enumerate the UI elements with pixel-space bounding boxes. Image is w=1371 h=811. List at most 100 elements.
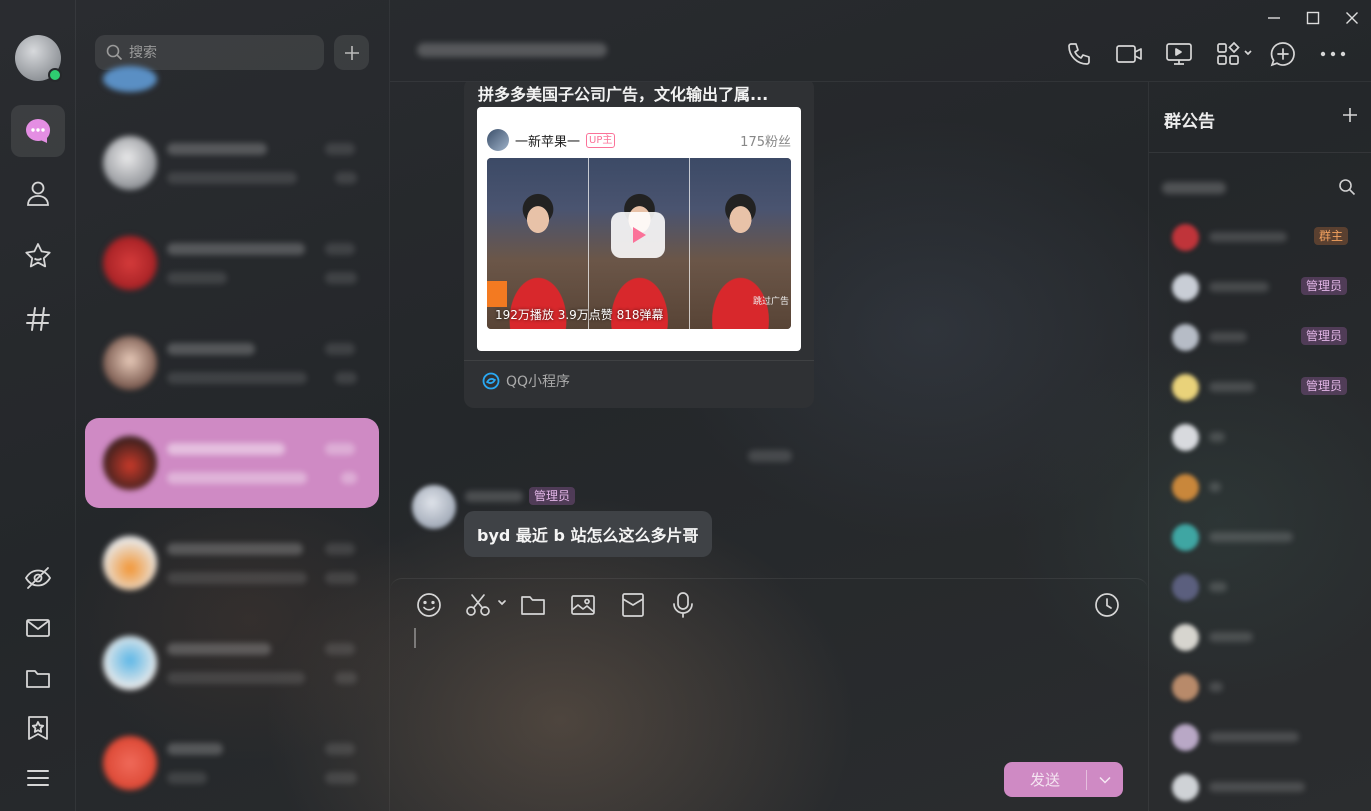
voice-button[interactable] xyxy=(667,589,699,621)
conversation-item[interactable] xyxy=(85,618,379,708)
member-name xyxy=(1209,582,1227,592)
member-row[interactable] xyxy=(1149,462,1371,512)
nav-favorites[interactable] xyxy=(11,230,65,282)
conversation-time xyxy=(325,143,355,155)
card-preview: 一新苹果一 UP主 175粉丝 跳过广告 192万播放 3.9万点赞 818弹幕 xyxy=(477,107,801,351)
close-window-button[interactable] xyxy=(1341,8,1363,28)
nav-channels[interactable] xyxy=(11,293,65,345)
screenshot-button[interactable] xyxy=(463,589,509,621)
card-title: 拼多多美国子公司广告，文化输出了属... xyxy=(478,85,769,104)
member-avatar xyxy=(1172,474,1199,501)
chat-header xyxy=(390,0,1371,82)
member-name xyxy=(1209,632,1253,642)
nav-files[interactable] xyxy=(11,652,65,704)
card-footer: QQ小程序 xyxy=(464,360,814,400)
member-avatar xyxy=(1172,574,1199,601)
unread-badge xyxy=(335,372,357,384)
conversation-item[interactable] xyxy=(85,118,379,208)
send-options-button[interactable] xyxy=(1087,762,1123,797)
screen-share-button[interactable] xyxy=(1163,38,1195,70)
play-icon[interactable] xyxy=(611,212,665,258)
temu-logo-icon xyxy=(487,281,507,307)
member-avatar xyxy=(1172,224,1199,251)
unread-badge xyxy=(341,472,357,484)
conversation-preview xyxy=(167,472,307,484)
member-row[interactable] xyxy=(1149,762,1371,811)
announcement-title: 群公告 xyxy=(1164,112,1215,132)
conversation-avatar xyxy=(103,236,157,290)
message-bubble[interactable]: byd 最近 b 站怎么这么多片哥 xyxy=(464,511,712,557)
conversation-item[interactable] xyxy=(85,218,379,308)
nav-collection[interactable] xyxy=(11,702,65,754)
member-row[interactable] xyxy=(1149,712,1371,762)
member-avatar xyxy=(1172,324,1199,351)
send-button[interactable]: 发送 xyxy=(1004,762,1123,797)
unread-badge xyxy=(325,272,357,284)
member-name xyxy=(1209,432,1225,442)
member-row[interactable]: 管理员 xyxy=(1149,262,1371,312)
conversation-avatar xyxy=(103,536,157,590)
conversation-avatar xyxy=(103,436,157,490)
member-name xyxy=(1209,732,1299,742)
user-avatar[interactable] xyxy=(15,35,62,82)
video-call-button[interactable] xyxy=(1113,38,1145,70)
more-button[interactable] xyxy=(1317,38,1349,70)
member-role-badge: 管理员 xyxy=(1301,277,1348,295)
member-row[interactable] xyxy=(1149,612,1371,662)
conversation-time xyxy=(325,543,355,555)
member-avatar xyxy=(1172,674,1199,701)
hamburger-icon xyxy=(24,764,52,792)
nav-contacts[interactable] xyxy=(11,167,65,219)
conversation-item[interactable] xyxy=(85,718,379,808)
member-avatar xyxy=(1172,274,1199,301)
mail-icon xyxy=(24,614,52,642)
red-packet-button[interactable] xyxy=(617,589,649,621)
time-divider xyxy=(748,450,792,462)
uploader-tag: UP主 xyxy=(586,132,616,148)
conversation-title xyxy=(167,343,255,355)
mini-program-card[interactable]: 拼多多美国子公司广告，文化输出了属... 一新苹果一 UP主 175粉丝 跳过广… xyxy=(464,82,814,408)
voice-call-button[interactable] xyxy=(1063,38,1095,70)
video-stats: 192万播放 3.9万点赞 818弹幕 xyxy=(495,308,664,322)
composer: 发送 xyxy=(390,578,1148,811)
member-search-button[interactable] xyxy=(1338,178,1358,198)
nav-menu[interactable] xyxy=(11,752,65,804)
apps-button[interactable] xyxy=(1213,38,1257,70)
folder-icon xyxy=(520,593,546,617)
member-row[interactable] xyxy=(1149,662,1371,712)
chevron-down-icon xyxy=(1099,776,1111,784)
conversation-item[interactable] xyxy=(85,318,379,408)
emoji-button[interactable] xyxy=(413,589,445,621)
divider xyxy=(1149,152,1371,153)
member-name xyxy=(1209,782,1305,792)
nav-mail[interactable] xyxy=(11,602,65,654)
nav-messages[interactable] xyxy=(11,105,65,157)
member-name xyxy=(1209,232,1287,242)
nav-hidden[interactable] xyxy=(11,552,65,604)
conversation-item[interactable] xyxy=(85,30,379,120)
minimize-button[interactable] xyxy=(1263,8,1285,28)
member-row[interactable]: 管理员 xyxy=(1149,312,1371,362)
add-announcement-button[interactable] xyxy=(1339,104,1361,126)
file-button[interactable] xyxy=(517,589,549,621)
follower-count: 175粉丝 xyxy=(740,134,791,150)
member-row[interactable] xyxy=(1149,512,1371,562)
member-avatar xyxy=(1172,624,1199,651)
member-row[interactable]: 群主 xyxy=(1149,212,1371,262)
video-camera-icon xyxy=(1115,41,1143,67)
member-role-badge: 管理员 xyxy=(1301,327,1348,345)
history-button[interactable] xyxy=(1091,589,1123,621)
conversation-item[interactable] xyxy=(85,518,379,608)
maximize-button[interactable] xyxy=(1302,8,1324,28)
conversation-avatar xyxy=(103,66,157,92)
sender-avatar[interactable] xyxy=(412,485,456,529)
image-button[interactable] xyxy=(567,589,599,621)
member-row[interactable] xyxy=(1149,412,1371,462)
member-row[interactable] xyxy=(1149,562,1371,612)
member-row[interactable]: 管理员 xyxy=(1149,362,1371,412)
conversation-time xyxy=(325,743,355,755)
conversation-time xyxy=(325,643,355,655)
conversation-item-selected[interactable] xyxy=(85,418,379,508)
video-thumbnail[interactable]: 跳过广告 192万播放 3.9万点赞 818弹幕 xyxy=(487,158,791,329)
add-member-button[interactable] xyxy=(1267,38,1299,70)
